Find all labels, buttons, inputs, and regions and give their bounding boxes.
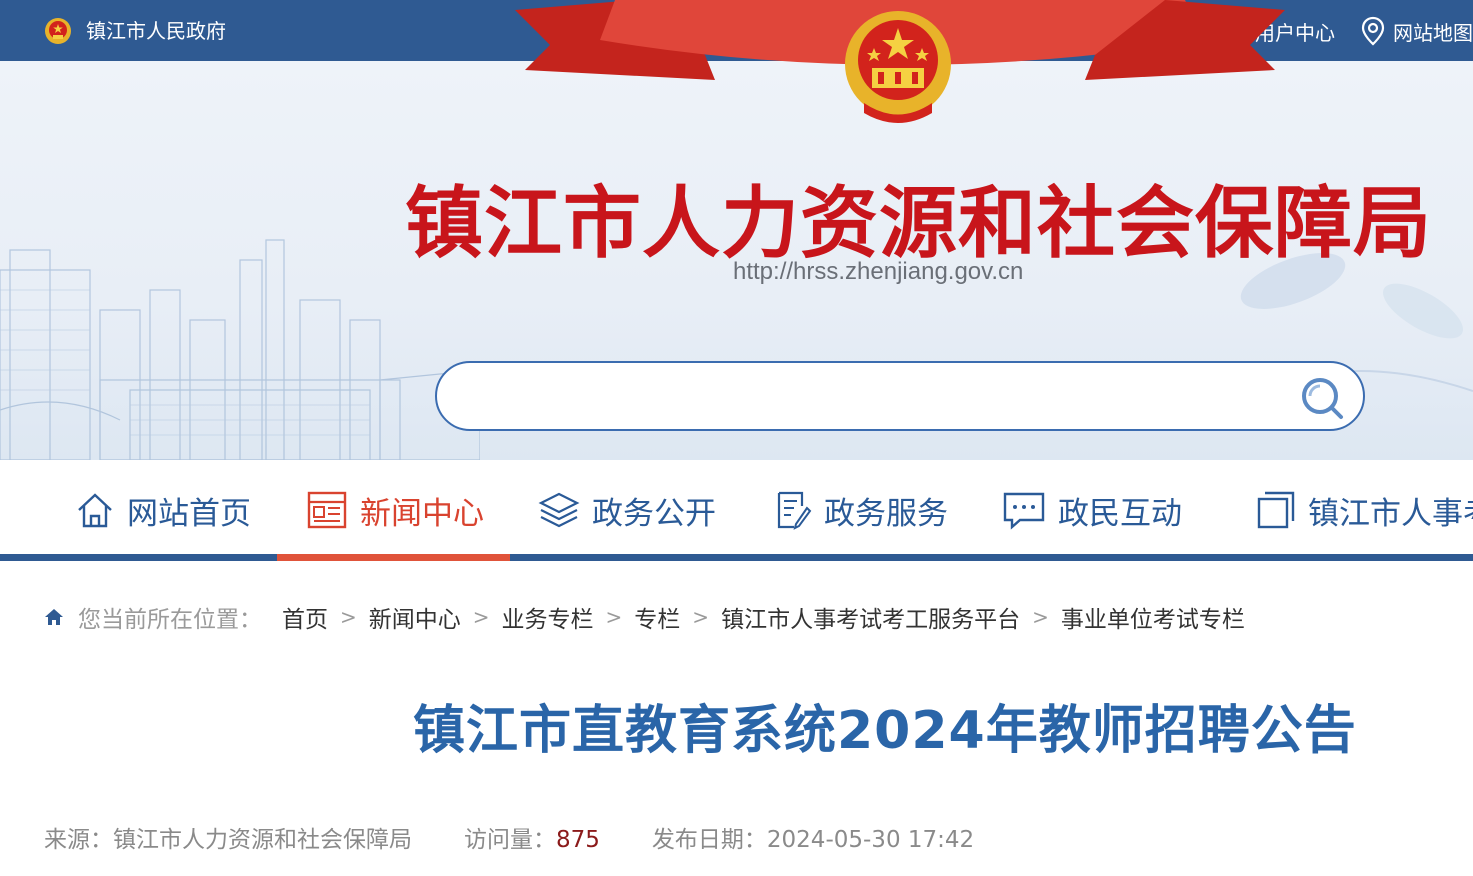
nav-underline (0, 554, 1473, 561)
nav-item-news[interactable]: 新闻中心 (306, 490, 484, 532)
nav-item-gov-services[interactable]: 政务服务 (774, 490, 948, 532)
site-title: 镇江市人力资源和社会保障局 (405, 178, 1433, 269)
breadcrumb-item-exam-platform[interactable]: 镇江市人事考试考工服务平台 (721, 600, 1020, 634)
date-label: 发布日期： (651, 827, 767, 853)
nav-label-interaction: 政民互动 (1058, 495, 1182, 532)
home-icon (78, 493, 112, 528)
header-banner: 镇江市人力资源和社会保障局 http://hrss.zhenjiang.gov.… (0, 61, 1473, 460)
source-value: 镇江市人力资源和社会保障局 (113, 827, 412, 853)
national-emblem-icon (845, 11, 951, 123)
breadcrumb-separator: > (340, 605, 357, 629)
nav-item-gov-affairs[interactable]: 政务公开 (538, 490, 716, 532)
breadcrumb: 您当前所在位置： 首页 > 新闻中心 > 业务专栏 > 专栏 > 镇江市人事考试… (44, 600, 1245, 634)
nav-label-gov-affairs: 政务公开 (592, 495, 716, 532)
nav-item-personnel-exam[interactable]: 镇江市人事考 (1256, 490, 1473, 532)
site-map-link[interactable]: 网站地图 (1361, 16, 1473, 46)
chat-bubble-icon (1003, 492, 1045, 530)
source-label: 来源： (44, 827, 113, 853)
breadcrumb-separator: > (1032, 605, 1049, 629)
breadcrumb-item-business[interactable]: 业务专栏 (502, 600, 594, 634)
article-meta: 来源：镇江市人力资源和社会保障局 访问量：875 发布日期：2024-05-30… (44, 820, 1026, 854)
main-nav: 网站首页 新闻中心 政务公开 政务服务 政民互动 镇江市人事 (0, 460, 1473, 561)
nav-item-interaction[interactable]: 政民互动 (1002, 490, 1182, 532)
news-icon (307, 491, 347, 529)
nav-item-home[interactable]: 网站首页 (75, 490, 251, 532)
nav-active-indicator (277, 554, 510, 561)
search-input[interactable] (467, 375, 1287, 419)
breadcrumb-item-news[interactable]: 新闻中心 (369, 600, 461, 634)
national-emblem-icon (45, 18, 71, 44)
nav-label-news: 新闻中心 (360, 495, 484, 532)
breadcrumb-item-institution-exam[interactable]: 事业单位考试专栏 (1061, 600, 1245, 634)
nav-label-home: 网站首页 (127, 495, 251, 532)
date-value: 2024-05-30 17:42 (766, 827, 975, 853)
home-icon (45, 609, 63, 625)
nav-label-gov-services: 政务服务 (824, 495, 948, 532)
views-value: 875 (556, 827, 600, 853)
layers-icon (538, 492, 580, 528)
breadcrumb-prefix: 您当前所在位置： (78, 607, 262, 633)
location-pin-icon (1361, 16, 1385, 46)
views-label: 访问量： (464, 827, 556, 853)
breadcrumb-item-home[interactable]: 首页 (282, 600, 328, 634)
window-icon (1257, 491, 1295, 529)
gov-link-label: 镇江市人民政府 (86, 19, 226, 43)
search-icon[interactable] (1299, 375, 1345, 421)
document-edit-icon (777, 491, 812, 530)
article-date: 发布日期：2024-05-30 17:42 (652, 820, 974, 854)
nav-label-personnel-exam: 镇江市人事考 (1308, 495, 1473, 532)
breadcrumb-separator: > (605, 605, 623, 629)
breadcrumb-item-column[interactable]: 专栏 (634, 600, 680, 634)
article-views: 访问量：875 (464, 820, 600, 854)
search-box (435, 361, 1365, 431)
breadcrumb-separator: > (472, 605, 490, 629)
gov-link[interactable]: 镇江市人民政府 (44, 17, 226, 45)
site-map-label: 网站地图 (1393, 20, 1473, 45)
site-url: http://hrss.zhenjiang.gov.cn (733, 258, 1024, 285)
article-source: 来源：镇江市人力资源和社会保障局 (44, 820, 412, 854)
breadcrumb-separator: > (692, 605, 710, 629)
article-title: 镇江市直教育系统2024年教师招聘公告 (413, 701, 1357, 761)
